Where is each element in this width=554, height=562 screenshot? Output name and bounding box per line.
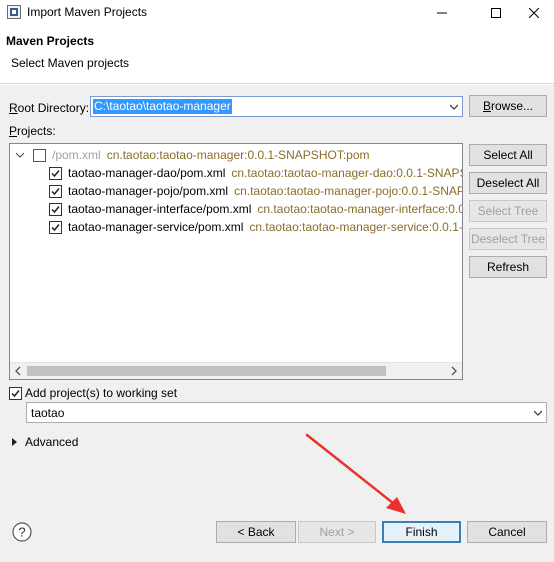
project-coords: cn.taotao:taotao-manager:0.0.1-SNAPSHOT:… [106,148,370,162]
root-directory-value[interactable]: C:\taotao\taotao-manager [93,99,232,114]
deselect-all-label: Deselect All [476,176,540,190]
working-set-checkbox[interactable] [9,386,22,400]
tree-row-root[interactable]: /pom.xml cn.taotao:taotao-manager:0.0.1-… [15,146,370,164]
back-button[interactable]: < Back [216,521,296,543]
back-label: < Back [237,525,275,539]
project-checkbox[interactable] [49,202,62,216]
checkmark-icon [51,223,60,231]
scroll-left-icon[interactable] [13,366,23,376]
working-set-value: taotao [31,406,65,420]
checkmark-icon [51,187,60,195]
finish-button[interactable]: Finish [382,521,461,543]
eclipse-app-icon [7,5,21,19]
checkmark-icon [51,205,60,213]
maximize-button[interactable] [474,0,518,25]
project-coords: cn.taotao:taotao-manager-interface:0.0.1… [257,202,463,216]
deselect-tree-label: Deselect Tree [470,232,546,246]
tree-row-service[interactable]: taotao-manager-service/pom.xml cn.taotao… [49,218,463,236]
project-path: taotao-manager-interface/pom.xml [68,202,252,216]
select-tree-label: Select Tree [477,204,539,218]
projects-label: Projects: [9,124,56,138]
project-coords: cn.taotao:taotao-manager-pojo:0.0.1-SNAP… [234,184,462,198]
checkmark-icon [51,169,60,177]
project-checkbox[interactable] [49,184,62,198]
cancel-label: Cancel [488,525,526,539]
select-all-label: Select All [483,148,533,162]
select-all-button[interactable]: Select All [469,144,547,166]
chevron-down-icon[interactable] [534,409,542,417]
tree-row-pojo[interactable]: taotao-manager-pojo/pom.xml cn.taotao:ta… [49,182,462,200]
minimize-button[interactable] [420,0,464,25]
window-title: Import Maven Projects [27,5,148,19]
expand-chevron-icon[interactable] [15,150,25,160]
project-checkbox[interactable] [49,166,62,180]
working-set-combo[interactable]: taotao [26,402,547,423]
wizard-content: Root Directory: C:\taotao\taotao-manager… [0,85,554,515]
close-button[interactable] [514,0,554,25]
chevron-down-icon[interactable] [450,103,458,111]
page-title: Maven Projects [6,34,95,48]
browse-button[interactable]: Browse... [469,95,547,117]
project-coords: cn.taotao:taotao-manager-service:0.0.1-S… [249,220,463,234]
project-path: /pom.xml [52,148,101,162]
cancel-button[interactable]: Cancel [467,521,547,543]
horizontal-scrollbar[interactable] [10,362,462,379]
advanced-toggle[interactable]: Advanced [11,435,78,449]
refresh-button[interactable]: Refresh [469,256,547,278]
project-coords: cn.taotao:taotao-manager-dao:0.0.1-SNAPS… [231,166,462,180]
advanced-label: Advanced [25,435,79,449]
svg-text:?: ? [18,525,25,540]
deselect-tree-button[interactable]: Deselect Tree [469,228,547,250]
project-checkbox[interactable] [33,148,46,162]
title-bar: Import Maven Projects [0,0,554,25]
project-path: taotao-manager-dao/pom.xml [68,166,226,180]
close-icon [529,7,539,18]
root-directory-label: Root Directory: [9,101,90,115]
root-directory-label-rest: oot Directory: [17,101,90,115]
tree-row-dao[interactable]: taotao-manager-dao/pom.xml cn.taotao:tao… [49,164,462,182]
project-path: taotao-manager-service/pom.xml [68,220,244,234]
finish-label: Finish [405,525,438,539]
project-checkbox[interactable] [49,220,62,234]
project-path: taotao-manager-pojo/pom.xml [68,184,229,198]
working-set-label: Add project(s) to working set [25,386,178,400]
deselect-all-button[interactable]: Deselect All [469,172,547,194]
next-button[interactable]: Next > [298,521,376,543]
scrollbar-thumb[interactable] [27,366,386,376]
tree-row-interface[interactable]: taotao-manager-interface/pom.xml cn.taot… [49,200,463,218]
select-tree-button[interactable]: Select Tree [469,200,547,222]
wizard-footer: ? < Back Next > Finish Cancel [0,515,554,562]
page-subtitle: Select Maven projects [11,56,130,70]
help-icon[interactable]: ? [12,522,32,542]
working-set-row[interactable]: Add project(s) to working set [9,386,177,400]
expand-triangle-icon[interactable] [11,438,19,446]
scroll-right-icon[interactable] [449,366,459,376]
checkmark-icon [11,389,20,397]
refresh-label: Refresh [486,260,530,274]
next-label: Next > [319,525,355,539]
wizard-header: Maven Projects Select Maven projects [0,25,554,84]
root-directory-combo[interactable]: C:\taotao\taotao-manager [90,96,463,117]
projects-tree[interactable]: /pom.xml cn.taotao:taotao-manager:0.0.1-… [9,143,463,380]
